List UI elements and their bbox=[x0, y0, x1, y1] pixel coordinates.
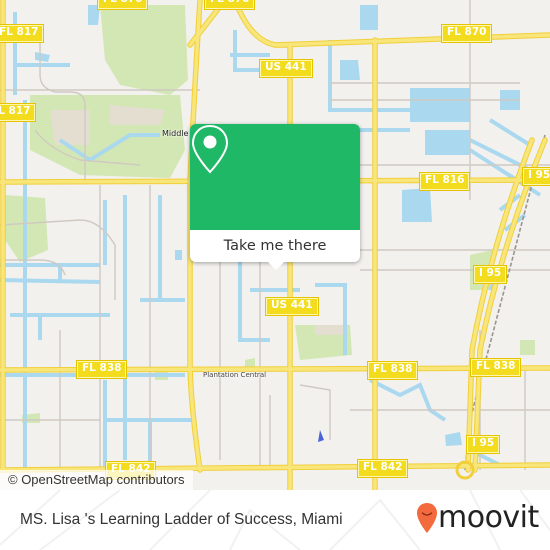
road-shield-fl816: FL 816 bbox=[418, 172, 471, 191]
road-shield-fl838: FL 838 bbox=[75, 360, 128, 379]
map-attribution[interactable]: © OpenStreetMap contributors bbox=[0, 470, 193, 490]
road-shield-fl817: FL 817 bbox=[0, 24, 45, 43]
moovit-logo[interactable]: moovit bbox=[416, 500, 539, 538]
road-shield-i95: I 95 bbox=[521, 167, 550, 186]
take-me-there-button[interactable]: Take me there bbox=[190, 230, 360, 262]
road-shield-fl870: FL 870 bbox=[203, 0, 256, 10]
place-label-plantation: Plantation Central bbox=[203, 371, 267, 379]
popup-pointer bbox=[268, 262, 284, 270]
map-view[interactable]: FL 817 FL 817 FL 870 FL 870 FL 870 US 44… bbox=[0, 0, 550, 490]
road-shield-i95: I 95 bbox=[472, 265, 508, 284]
road-shield-fl870: FL 870 bbox=[96, 0, 149, 10]
place-title: MS. Lisa 's Learning Ladder of Success, … bbox=[20, 511, 343, 528]
footer-bar: MS. Lisa 's Learning Ladder of Success, … bbox=[0, 490, 550, 550]
road-shield-fl870: FL 870 bbox=[440, 24, 493, 43]
road-shield-us441: US 441 bbox=[259, 59, 313, 78]
road-shield-fl838: FL 838 bbox=[366, 361, 419, 380]
popup-header bbox=[190, 124, 360, 230]
place-label-middle: Middle bbox=[162, 129, 189, 138]
location-popup[interactable]: Take me there bbox=[190, 124, 360, 270]
road-shield-fl842: FL 842 bbox=[356, 459, 409, 478]
road-shield-fl838: FL 838 bbox=[469, 358, 522, 377]
road-shield-fl817: FL 817 bbox=[0, 103, 37, 122]
map-pin-icon bbox=[191, 124, 229, 174]
moovit-pin-icon bbox=[417, 503, 437, 533]
road-shield-us441: US 441 bbox=[265, 297, 319, 316]
moovit-wordmark: moovit bbox=[438, 500, 539, 535]
road-shield-i95: I 95 bbox=[465, 435, 501, 454]
